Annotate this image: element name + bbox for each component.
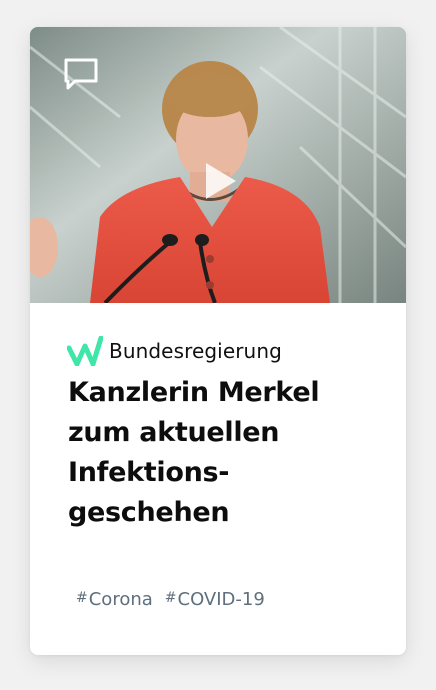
source-row[interactable]: Bundesregierung bbox=[67, 333, 282, 369]
video-thumbnail[interactable] bbox=[30, 27, 406, 303]
headline[interactable]: Kanzlerin Merkel zum aktuellen Infektion… bbox=[68, 373, 368, 533]
headline-line: Kanzlerin Merkel bbox=[68, 377, 320, 408]
tag-covid-19[interactable]: #COVID-19 bbox=[165, 589, 265, 610]
headline-line: geschehen bbox=[68, 497, 230, 528]
tag-corona[interactable]: #Corona bbox=[76, 589, 153, 610]
headline-line: Infektions- bbox=[68, 457, 230, 488]
headline-line: zum aktuellen bbox=[68, 417, 280, 448]
tag-list: #Corona #COVID-19 bbox=[76, 589, 265, 610]
play-icon[interactable] bbox=[198, 159, 242, 203]
news-card[interactable]: Bundesregierung Kanzlerin Merkel zum akt… bbox=[30, 27, 406, 655]
source-name: Bundesregierung bbox=[109, 339, 282, 363]
speech-bubble-icon[interactable] bbox=[63, 57, 99, 91]
w-logo-icon bbox=[67, 336, 103, 366]
